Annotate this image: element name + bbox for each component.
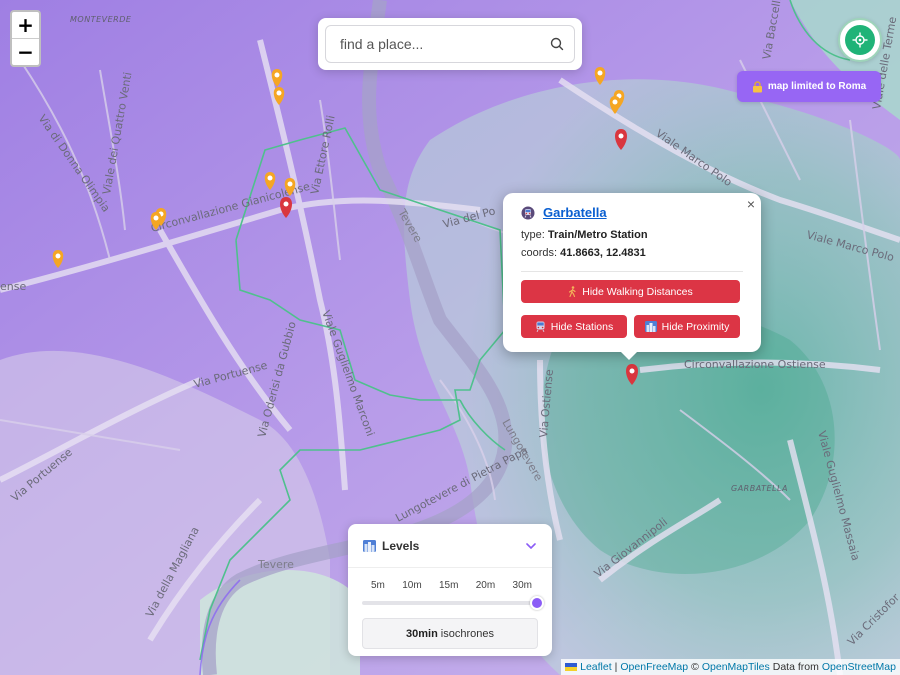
station-popup: × Garbatella type: Train/Metro Station c… (503, 193, 761, 352)
ukraine-flag-icon (565, 663, 578, 671)
map-attribution: Leaflet | OpenFreeMap © OpenMapTiles Dat… (561, 659, 900, 675)
data-from-text: Data from (772, 661, 819, 673)
popup-title-link[interactable]: Garbatella (543, 205, 607, 220)
level-tick[interactable]: 20m (476, 580, 495, 591)
zoom-in-button[interactable]: + (12, 12, 39, 38)
hide-stations-label: Hide Stations (550, 320, 614, 333)
openfreemap-link[interactable]: OpenFreeMap (620, 659, 688, 675)
cityscape-icon (644, 321, 657, 332)
level-summary-value: 30min (406, 627, 438, 640)
locate-button[interactable] (838, 18, 882, 62)
popup-close-button[interactable]: × (747, 196, 755, 212)
hide-walking-distances-label: Hide Walking Distances (582, 285, 693, 298)
crosshair-icon (852, 32, 868, 48)
hide-walking-distances-button[interactable]: Hide Walking Distances (521, 280, 740, 303)
search-box (325, 25, 575, 63)
levels-title: Levels (382, 538, 420, 553)
map-limit-label: map limited to Roma (767, 81, 867, 92)
level-ticks: 5m 10m 15m 20m 30m (348, 580, 552, 591)
popup-tip (620, 351, 638, 360)
copyright-symbol: © (691, 661, 699, 673)
levels-header[interactable]: Levels (348, 524, 552, 568)
chevron-down-icon[interactable] (526, 542, 536, 549)
locate-inner (845, 25, 875, 55)
openmaptiles-link[interactable]: OpenMapTiles (702, 659, 770, 675)
search-panel (318, 18, 582, 70)
level-summary: 30min isochrones (362, 618, 538, 649)
map-limit-badge: map limited to Roma (737, 71, 881, 102)
level-slider-thumb[interactable] (530, 596, 544, 610)
label-left-edge: ense (0, 280, 26, 293)
zoom-control: + − (10, 10, 41, 67)
label-circonvallazione-ostiense: Circonvallazione Ostiense (684, 358, 826, 371)
lock-icon (752, 80, 762, 92)
popup-title-row: Garbatella (521, 205, 743, 220)
popup-coords-line: coords: 41.8663, 12.4831 (521, 247, 743, 259)
level-slider-track[interactable] (362, 596, 544, 610)
leaflet-link[interactable]: Leaflet (580, 659, 612, 675)
walking-icon (569, 286, 576, 297)
popup-button-row: Hide Stations Hide Proximity (521, 315, 743, 338)
label-garbatella-area: GARBATELLA (731, 484, 788, 493)
station-icon (521, 206, 535, 219)
hide-proximity-label: Hide Proximity (661, 320, 730, 333)
level-summary-text: isochrones (440, 627, 494, 640)
label-monteverde: MONTEVERDE (70, 15, 132, 24)
level-tick[interactable]: 30m (513, 580, 532, 591)
cityscape-icon (363, 539, 376, 552)
popup-type-value: Train/Metro Station (547, 229, 648, 241)
popup-type-line: type: Train/Metro Station (521, 229, 743, 241)
popup-coords-label: coords: (521, 247, 558, 259)
search-input[interactable] (326, 26, 540, 62)
hide-proximity-button[interactable]: Hide Proximity (634, 315, 740, 338)
hide-stations-button[interactable]: Hide Stations (521, 315, 627, 338)
attribution-separator: | (614, 661, 618, 673)
popup-type-label: type: (521, 229, 545, 241)
popup-divider (521, 271, 743, 272)
levels-panel: Levels 5m 10m 15m 20m 30m 30min isochron… (348, 524, 552, 656)
popup-coords-value: 41.8663, 12.4831 (560, 247, 646, 259)
level-tick[interactable]: 5m (371, 580, 385, 591)
metro-icon (536, 321, 545, 332)
level-tick[interactable]: 10m (402, 580, 421, 591)
label-tevere-bottom: Tevere (257, 558, 294, 571)
level-tick[interactable]: 15m (439, 580, 458, 591)
search-icon[interactable] (550, 37, 564, 51)
zoom-out-button[interactable]: − (12, 38, 39, 65)
openstreetmap-link[interactable]: OpenStreetMap (822, 659, 896, 675)
